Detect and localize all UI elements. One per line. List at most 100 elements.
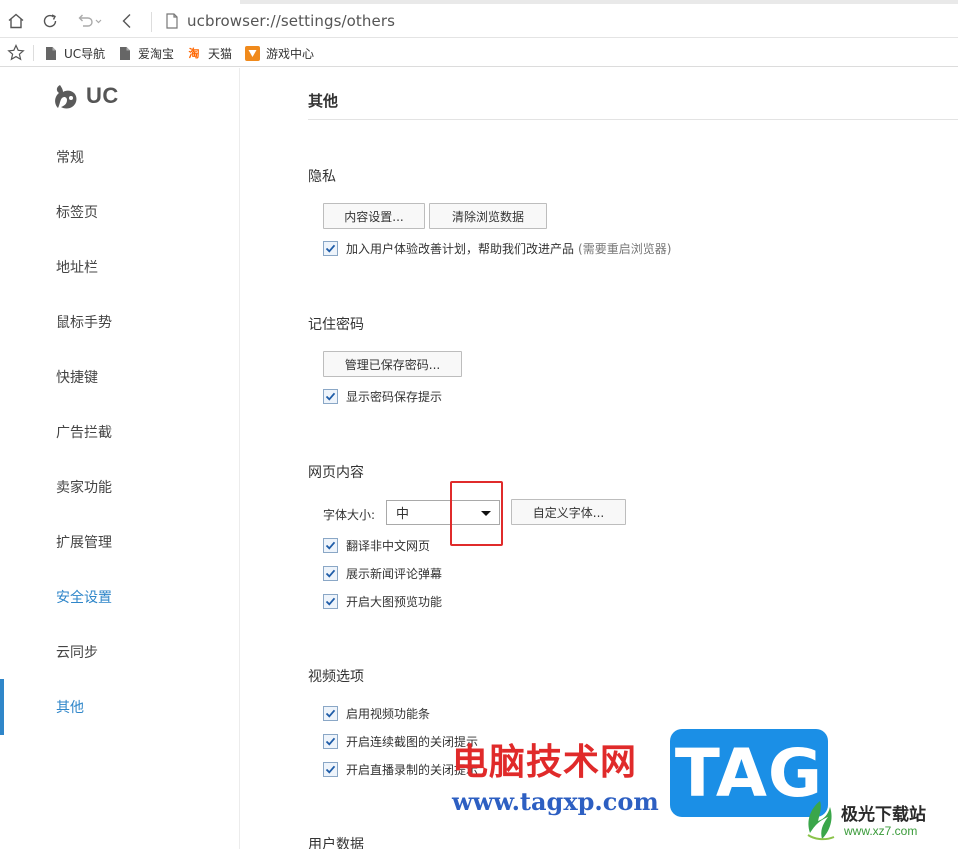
settings-sidebar: UC 常规 标签页 地址栏 鼠标手势 快捷键 广告拦截 卖家功能 扩展管理 安全… [0,68,240,849]
sidebar-item-label: 常规 [56,150,84,166]
logo-text: UC [86,83,119,108]
sidebar-item-label: 标签页 [56,205,98,221]
undo-icon [78,14,102,27]
bookmark-label: 爱淘宝 [138,46,175,61]
checkmark-icon [325,765,336,774]
sidebar-item-cloud-sync[interactable]: 云同步 [0,632,239,672]
bookmark-game-center[interactable]: 游戏中心 [244,43,314,63]
reload-icon [43,14,57,28]
video-toolbar-option[interactable]: 启用视频功能条 [323,705,430,722]
watermark-url-text: www.tagxp.com [452,787,659,816]
news-barrage-checkbox[interactable] [323,566,338,581]
checkmark-icon [325,541,336,550]
clear-browsing-data-button[interactable]: 清除浏览数据 [429,203,547,229]
sidebar-item-security[interactable]: 安全设置 [0,577,239,617]
section-title-passwords: 记住密码 [308,317,364,333]
sidebar-item-general[interactable]: 常规 [0,137,239,177]
sidebar-item-ad-block[interactable]: 广告拦截 [0,412,239,452]
manage-passwords-button[interactable]: 管理已保存密码... [323,351,462,377]
news-barrage-option[interactable]: 展示新闻评论弹幕 [323,565,442,582]
bookmark-label: 天猫 [208,46,233,61]
bookmark-tmall[interactable]: 淘 天猫 [186,43,233,63]
sidebar-item-label: 其他 [56,700,84,716]
video-toolbar-checkbox[interactable] [323,706,338,721]
file-icon [118,45,132,61]
uc-squirrel-icon [55,85,77,109]
bookmark-label: 游戏中心 [266,46,315,61]
ux-plan-option[interactable]: 加入用户体验改善计划，帮助我们改进产品 (需要重启浏览器) [323,240,671,257]
section-title-user-data: 用户数据 [308,837,364,849]
sidebar-item-label: 卖家功能 [56,480,112,496]
continuous-screenshot-checkbox[interactable] [323,734,338,749]
uc-logo: UC [52,82,119,110]
video-toolbar-label: 启用视频功能条 [346,707,431,721]
highlight-annotation [450,481,503,546]
sidebar-item-others[interactable]: 其他 [0,679,239,735]
sidebar-item-seller[interactable]: 卖家功能 [0,467,239,507]
bookmark-bar: UC导航 爱淘宝 淘 天猫 游戏中心 [0,39,958,67]
star-icon[interactable] [6,43,26,63]
watermark-site-url: www.xz7.com [844,824,918,838]
custom-font-button[interactable]: 自定义字体... [511,499,626,525]
show-password-prompt-option[interactable]: 显示密码保存提示 [323,388,442,405]
image-preview-label: 开启大图预览功能 [346,595,443,609]
settings-main: 其他 隐私 内容设置... 清除浏览数据 加入用户体验改善计划，帮助我们改进产品… [240,68,958,849]
translate-option[interactable]: 翻译非中文网页 [323,537,430,554]
checkmark-icon [325,709,336,718]
translate-label: 翻译非中文网页 [346,539,431,553]
back-button[interactable] [116,10,138,32]
image-preview-option[interactable]: 开启大图预览功能 [323,593,442,610]
ux-plan-checkbox[interactable] [323,241,338,256]
file-icon [44,45,58,61]
sidebar-item-extensions[interactable]: 扩展管理 [0,522,239,562]
sidebar-item-label: 广告拦截 [56,425,112,441]
bookmark-label: UC导航 [64,46,106,61]
section-title-privacy: 隐私 [308,169,336,185]
watermark-site-logo: 极光下载站 www.xz7.com [800,797,956,847]
bookmark-divider [33,45,34,61]
checkmark-icon [325,244,336,253]
title-divider [308,119,958,120]
sidebar-item-label: 扩展管理 [56,535,112,551]
home-icon [8,13,24,29]
address-bar[interactable]: ucbrowser://settings/others [187,12,395,30]
home-button[interactable] [5,10,27,32]
section-title-web-content: 网页内容 [308,465,364,481]
bookmark-ai-taobao[interactable]: 爱淘宝 [118,43,174,63]
sidebar-item-label: 安全设置 [56,590,112,606]
sidebar-item-label: 快捷键 [56,370,98,386]
page-icon [166,13,178,29]
browser-toolbar: ucbrowser://settings/others [0,4,958,38]
section-title-video: 视频选项 [308,669,364,685]
watermark-site-cn: 极光下载站 [841,805,926,825]
content-settings-button[interactable]: 内容设置... [323,203,425,229]
watermark-cn-text: 电脑技术网 [452,742,638,783]
show-password-prompt-checkbox[interactable] [323,389,338,404]
sidebar-item-label: 鼠标手势 [56,315,112,331]
news-barrage-label: 展示新闻评论弹幕 [346,567,443,581]
taobao-icon: 淘 [188,47,200,60]
aurora-logo-icon [807,801,835,841]
ux-plan-hint: (需要重启浏览器) [578,242,672,256]
sidebar-item-shortcuts[interactable]: 快捷键 [0,357,239,397]
game-center-icon [244,45,260,61]
page-title: 其他 [308,92,339,110]
checkmark-icon [325,737,336,746]
toolbar-divider [151,12,152,32]
checkmark-icon [325,569,336,578]
translate-checkbox[interactable] [323,538,338,553]
sidebar-item-mouse-gestures[interactable]: 鼠标手势 [0,302,239,342]
sidebar-item-tabs[interactable]: 标签页 [0,192,239,232]
sidebar-item-label: 云同步 [56,645,98,661]
back-arrow-icon [122,14,131,28]
reload-button[interactable] [39,10,61,32]
live-record-checkbox[interactable] [323,762,338,777]
sidebar-item-address-bar[interactable]: 地址栏 [0,247,239,287]
bookmark-uc-nav[interactable]: UC导航 [44,43,105,63]
ux-plan-label: 加入用户体验改善计划，帮助我们改进产品 [346,242,575,256]
undo-close-button[interactable] [76,10,104,32]
checkmark-icon [325,392,336,401]
image-preview-checkbox[interactable] [323,594,338,609]
font-size-label: 字体大小: [323,508,376,522]
checkmark-icon [325,597,336,606]
